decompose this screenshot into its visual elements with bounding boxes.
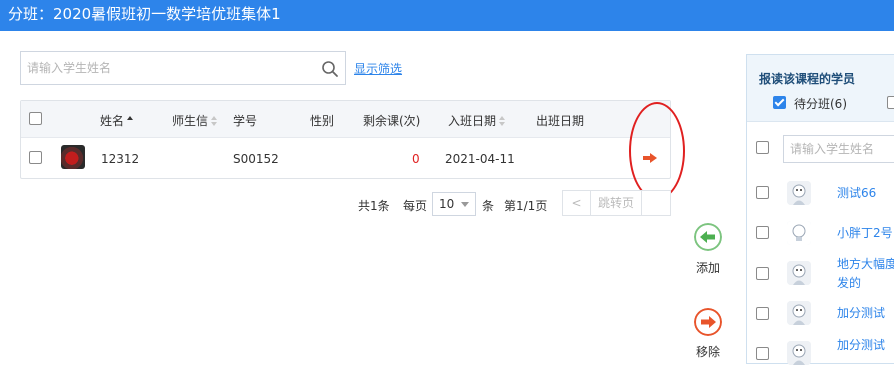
- show-filter-link[interactable]: 显示筛选: [354, 60, 402, 77]
- student-checkbox[interactable]: [756, 267, 769, 280]
- page-title: 分班：2020暑假班初一数学培优班集体1: [8, 5, 281, 23]
- col-leave-date: 出班日期: [536, 114, 585, 128]
- pager-per-page-label: 每页: [403, 199, 428, 213]
- avatar: [61, 145, 85, 169]
- pager-unit: 条: [482, 199, 495, 213]
- student-checkbox[interactable]: [756, 347, 769, 360]
- panel-search-input[interactable]: [784, 136, 894, 162]
- next-page-button[interactable]: [641, 190, 671, 216]
- remove-button[interactable]: [694, 308, 722, 336]
- panel-title: 报读该课程的学员: [759, 72, 856, 86]
- col-enroll-date[interactable]: 入班日期: [448, 112, 506, 129]
- add-label: 添加: [696, 261, 721, 275]
- enrolled-students-panel: 报读该课程的学员 待分班(6) 测试66 小胖丁2号 地方大幅度发的 加: [746, 54, 894, 365]
- highlight-annotation: [629, 102, 685, 200]
- student-avatar-icon: [787, 261, 811, 285]
- student-name: 12312: [101, 152, 140, 166]
- per-page-value: 10: [439, 197, 455, 211]
- table-header: 姓名 师生信 学号 性别 剩余课(次) 入班日期 出班日期: [21, 101, 670, 138]
- col-student-no: 学号: [233, 114, 258, 128]
- student-name[interactable]: 加分测试: [837, 336, 894, 355]
- remaining-count: 0: [412, 152, 420, 166]
- sort-asc-icon: [127, 116, 134, 126]
- student-name[interactable]: 地方大幅度发的: [837, 255, 894, 293]
- enroll-date: 2021-04-11: [445, 152, 515, 166]
- pager-total: 共1条: [358, 199, 390, 213]
- prev-page-button[interactable]: <: [562, 190, 591, 216]
- student-avatar-icon: [787, 341, 811, 365]
- jump-page-button[interactable]: 跳转页: [590, 190, 642, 216]
- chevron-down-icon: [461, 202, 469, 207]
- per-page-select[interactable]: 10: [432, 192, 476, 216]
- search-icon[interactable]: [321, 60, 339, 78]
- student-search-input[interactable]: [21, 52, 311, 84]
- sort-icon: [211, 116, 218, 126]
- panel-header: 报读该课程的学员 待分班(6): [747, 55, 894, 122]
- student-checkbox[interactable]: [756, 226, 769, 239]
- pending-filter-checkbox[interactable]: [773, 96, 786, 109]
- student-checkbox[interactable]: [756, 307, 769, 320]
- student-avatar-icon: [787, 301, 811, 325]
- page-header: 分班：2020暑假班初一数学培优班集体1: [0, 0, 894, 31]
- pager-page-info: 第1/1页: [504, 199, 548, 213]
- col-remaining: 剩余课(次): [363, 114, 421, 128]
- select-all-checkbox[interactable]: [29, 112, 42, 125]
- student-checkbox[interactable]: [756, 186, 769, 199]
- sort-icon: [499, 116, 506, 126]
- row-checkbox[interactable]: [29, 151, 42, 164]
- add-button[interactable]: [694, 223, 722, 251]
- student-avatar-icon: [787, 181, 811, 205]
- student-name[interactable]: 小胖丁2号: [837, 224, 894, 243]
- panel-select-all-checkbox[interactable]: [756, 141, 769, 154]
- student-search: [20, 51, 346, 85]
- col-gender: 性别: [310, 114, 335, 128]
- other-filter-checkbox[interactable]: [887, 96, 894, 109]
- col-teacher-letter[interactable]: 师生信: [172, 112, 218, 129]
- student-name[interactable]: 测试66: [837, 184, 894, 203]
- panel-search: [783, 135, 894, 163]
- remove-label: 移除: [696, 345, 721, 359]
- class-student-table: 姓名 师生信 学号 性别 剩余课(次) 入班日期 出班日期 12312 S001…: [20, 100, 671, 179]
- student-no: S00152: [233, 152, 279, 166]
- lightbulb-avatar-icon: [787, 221, 811, 245]
- pending-filter-label: 待分班(6): [794, 97, 847, 111]
- col-name[interactable]: 姓名: [100, 112, 134, 129]
- student-name[interactable]: 加分测试: [837, 304, 894, 323]
